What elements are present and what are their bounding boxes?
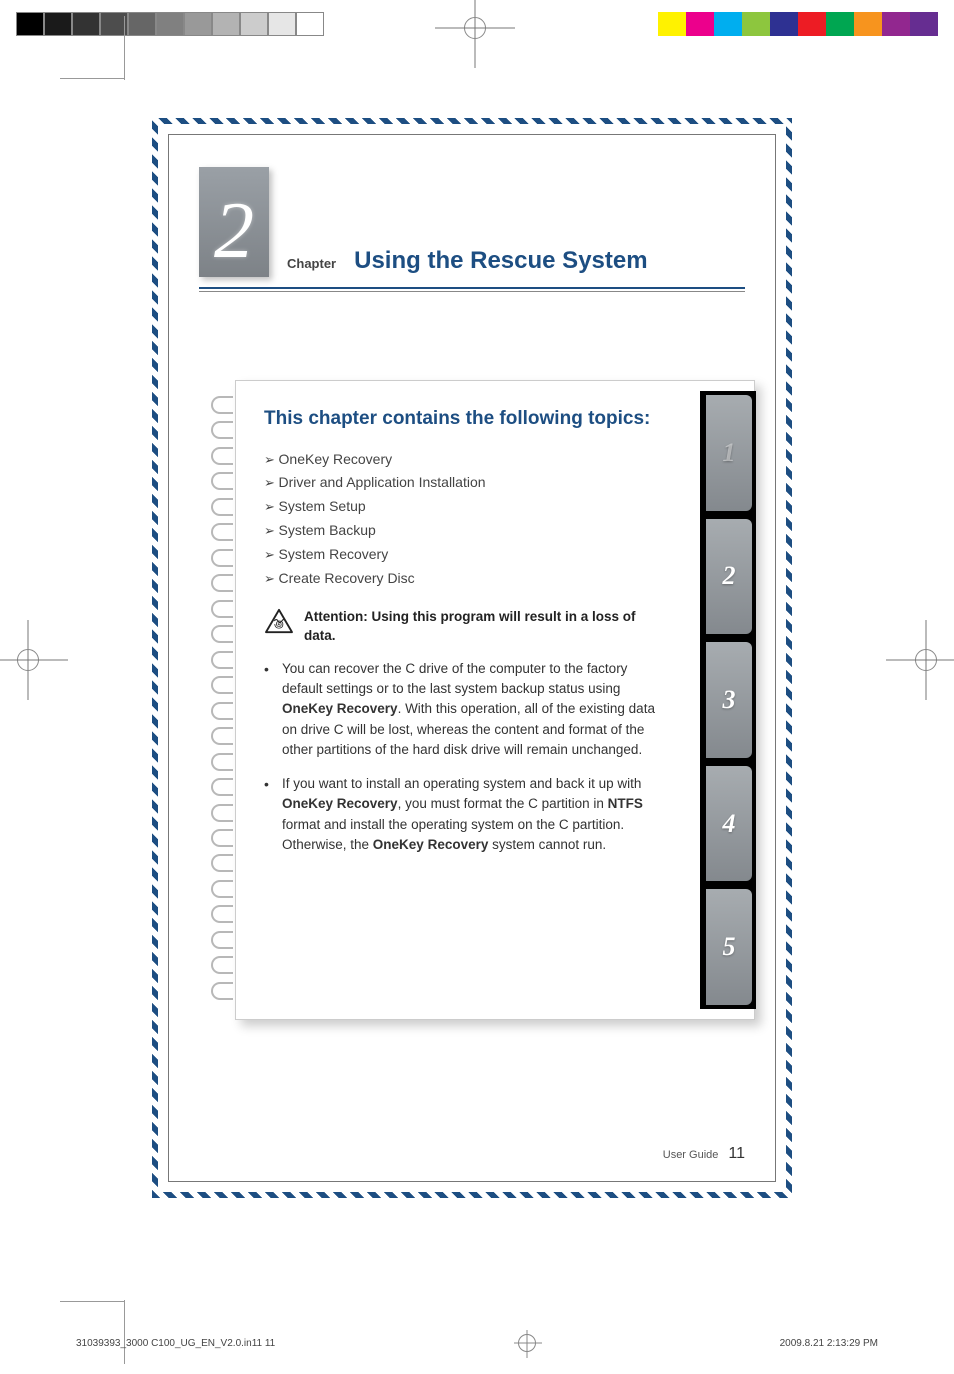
spiral-ring (211, 956, 233, 974)
color-swatch (910, 12, 938, 36)
spiral-ring (211, 498, 233, 516)
trim-line (124, 16, 125, 80)
grey-swatch (16, 12, 44, 36)
cropmark-right (906, 640, 946, 680)
card-heading: This chapter contains the following topi… (264, 407, 664, 432)
chapter-rule-thin (199, 291, 745, 292)
attention-row: ꩜ Attention: Using this program will res… (264, 608, 664, 644)
spiral-ring (211, 931, 233, 949)
chapter-badge: 2 (199, 167, 269, 277)
grey-swatch (268, 12, 296, 36)
grey-swatch (296, 12, 324, 36)
index-tab-4: 4 (706, 766, 752, 882)
cropmark-top (455, 8, 495, 48)
svg-text:꩜: ꩜ (274, 620, 284, 631)
spiral-ring (211, 396, 233, 414)
topic-item: System Recovery (264, 543, 664, 567)
color-swatch (658, 12, 686, 36)
spiral-ring (211, 447, 233, 465)
page-frame: 2 Chapter Using the Rescue System 12345 … (152, 118, 792, 1198)
print-footer-left: 31039393_3000 C100_UG_EN_V2.0.in11 11 (76, 1338, 275, 1349)
chapter-header: 2 Chapter Using the Rescue System (199, 167, 745, 277)
spiral-ring (211, 880, 233, 898)
topic-item: Driver and Application Installation (264, 471, 664, 495)
spiral-ring (211, 523, 233, 541)
spiral-ring (211, 778, 233, 796)
cropmark-left (8, 640, 48, 680)
topic-list: OneKey RecoveryDriver and Application In… (264, 448, 664, 591)
chapter-number: 2 (214, 191, 254, 271)
print-footer-right: 2009.8.21 2:13:29 PM (780, 1338, 878, 1349)
footer-label: User Guide (663, 1149, 719, 1161)
color-swatch (770, 12, 798, 36)
spiral-ring (211, 804, 233, 822)
spiral-ring (211, 574, 233, 592)
spiral-ring (211, 549, 233, 567)
spiral-ring (211, 727, 233, 745)
color-swatch (826, 12, 854, 36)
spiral-ring (211, 625, 233, 643)
trim-line (60, 78, 124, 79)
index-tab-5: 5 (706, 889, 752, 1005)
spiral-ring (211, 676, 233, 694)
attention-text: Attention: Using this program will resul… (304, 608, 664, 644)
spiral-ring (211, 753, 233, 771)
spiral-ring (211, 600, 233, 618)
spiral-ring (211, 651, 233, 669)
spiral-ring (211, 421, 233, 439)
color-swatch (742, 12, 770, 36)
grey-swatch (44, 12, 72, 36)
grey-swatch (128, 12, 156, 36)
grey-swatch (212, 12, 240, 36)
chapter-title: Using the Rescue System (354, 247, 745, 277)
index-tab-3: 3 (706, 642, 752, 758)
warning-icon: ꩜ (264, 608, 294, 634)
topic-item: OneKey Recovery (264, 448, 664, 472)
chapter-label: Chapter (287, 256, 336, 277)
chapter-rule (199, 287, 745, 289)
color-swatch (798, 12, 826, 36)
color-swatch (714, 12, 742, 36)
spiral-ring (211, 982, 233, 1000)
spiral-ring (211, 702, 233, 720)
topic-item: System Backup (264, 519, 664, 543)
trim-line (124, 1300, 125, 1364)
index-tabs: 12345 (700, 391, 756, 1009)
spiral-ring (211, 854, 233, 872)
bullets-list: You can recover the C drive of the compu… (264, 659, 664, 855)
grey-swatch (240, 12, 268, 36)
color-swatch (882, 12, 910, 36)
trim-line (60, 1301, 124, 1302)
spiral-ring (211, 905, 233, 923)
grey-swatch (72, 12, 100, 36)
color-swatch (686, 12, 714, 36)
bullet-item: If you want to install an operating syst… (264, 774, 664, 855)
page-footer: User Guide 11 (663, 1145, 745, 1163)
print-footer: 31039393_3000 C100_UG_EN_V2.0.in11 11 20… (76, 1334, 878, 1352)
color-swatch (854, 12, 882, 36)
spiral-ring (211, 472, 233, 490)
index-tab-1: 1 (706, 395, 752, 511)
grey-swatch (184, 12, 212, 36)
index-tab-2: 2 (706, 519, 752, 635)
cropmark-bottom (518, 1334, 536, 1352)
spiral-ring (211, 829, 233, 847)
topics-card: 12345 This chapter contains the followin… (235, 380, 755, 1020)
topic-item: System Setup (264, 495, 664, 519)
topic-item: Create Recovery Disc (264, 567, 664, 591)
bullet-item: You can recover the C drive of the compu… (264, 659, 664, 760)
page-number: 11 (728, 1145, 745, 1163)
grey-swatch (156, 12, 184, 36)
